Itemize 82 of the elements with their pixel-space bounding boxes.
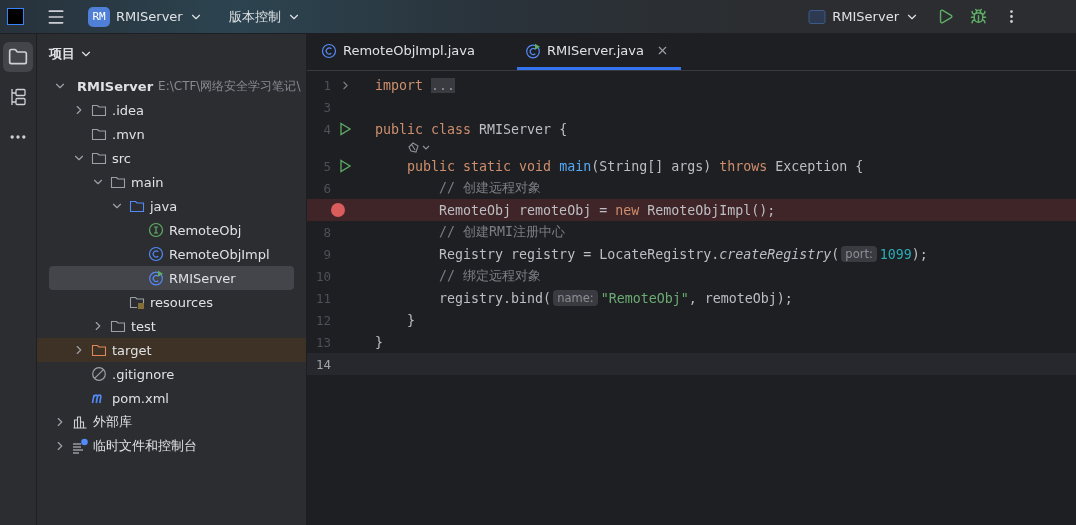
tree-item-label: java <box>150 198 178 214</box>
line-number: 14 <box>315 356 331 372</box>
code-text: // 创建RMI注册中心 <box>438 223 566 241</box>
folder-icon <box>110 174 126 190</box>
editor-tab[interactable]: RemoteObjImpl.java <box>315 34 487 70</box>
vcs-label: 版本控制 <box>228 7 281 26</box>
interface-icon <box>148 222 164 238</box>
tree-item-label: RemoteObjImpl <box>169 246 270 262</box>
tree-item-label: RemoteObj <box>169 222 242 238</box>
tree-item[interactable]: .idea <box>49 98 294 122</box>
code-text: // 创建远程对象 <box>438 179 542 197</box>
tree-item-label: 临时文件和控制台 <box>93 437 197 455</box>
tree-item[interactable]: java <box>49 194 294 218</box>
ignore-icon <box>91 366 107 382</box>
tree-item[interactable]: .mvn <box>49 122 294 146</box>
tree-item[interactable]: resources <box>49 290 294 314</box>
code-text: public class RMIServer { <box>375 121 568 137</box>
tree-item-label: resources <box>150 294 213 310</box>
editor-tab[interactable]: RMIServer.java <box>517 34 681 70</box>
app-logo[interactable] <box>7 8 24 25</box>
run-config-dropdown[interactable]: RMIServer <box>802 4 925 29</box>
code-text: RemoteObj remoteObj = new RemoteObjImpl(); <box>438 202 776 218</box>
folder-icon <box>110 318 126 334</box>
tree-item-label: .mvn <box>112 126 145 142</box>
project-dropdown[interactable]: RM RMIServer <box>82 2 209 31</box>
tree-item[interactable]: test <box>49 314 294 338</box>
tree-item[interactable]: pom.xml <box>49 386 294 410</box>
folder-icon <box>91 150 107 166</box>
tree-item[interactable]: main <box>49 170 294 194</box>
tree-item[interactable]: .gitignore <box>49 362 294 386</box>
tree-item-label: .gitignore <box>112 366 175 382</box>
run-config-name: RMIServer <box>832 9 899 24</box>
class-icon <box>321 42 337 59</box>
code-text: public static void main(String[] args) throws Exception { <box>406 158 864 174</box>
runnable-class-icon <box>525 42 541 59</box>
folded-code[interactable]: ... <box>431 77 456 93</box>
tree-item-label: RMIServer <box>169 270 236 286</box>
tree-item-label: pom.xml <box>112 390 169 406</box>
project-view-dropdown[interactable]: 项目 <box>49 45 93 63</box>
tree-item-label: .idea <box>112 102 144 118</box>
folder-icon <box>91 126 107 142</box>
tree-item-label: 外部库 <box>93 413 132 431</box>
scratches-icon <box>72 438 88 454</box>
parameter-hint[interactable]: port: <box>841 246 877 262</box>
run-icon[interactable] <box>937 8 954 25</box>
folder-icon <box>91 342 107 358</box>
code-text: registry.bind( <box>438 290 552 306</box>
tree-item[interactable]: RMIServer <box>49 266 294 290</box>
tree-item-label: test <box>131 318 156 334</box>
tree-item[interactable]: 外部库 <box>49 410 294 434</box>
tree-item-label: target <box>112 342 152 358</box>
tree-item[interactable]: 临时文件和控制台 <box>49 434 294 458</box>
window-icon <box>808 8 827 25</box>
code-text: } <box>406 312 416 328</box>
tree-item[interactable]: RemoteObj <box>49 218 294 242</box>
folder-icon <box>91 102 107 118</box>
tree-item-label: RMIServer <box>77 78 154 94</box>
tree-item[interactable]: target <box>37 338 306 362</box>
project-badge: RM <box>88 6 110 27</box>
code-text: } <box>375 334 383 350</box>
tree-item[interactable]: RemoteObjImpl <box>49 242 294 266</box>
breakpoint-icon[interactable] <box>331 203 345 217</box>
parameter-hint[interactable]: name: <box>553 290 598 306</box>
path-text: E:\CTF\网络安全学习笔记\ <box>158 77 301 95</box>
code-text: "RemoteObj", remoteObj); <box>600 290 793 306</box>
code-text: // 绑定远程对象 <box>438 267 542 285</box>
code-text: 1099); <box>879 246 928 262</box>
class-icon <box>148 246 164 262</box>
library-icon <box>72 414 88 430</box>
tree-item[interactable]: src <box>49 146 294 170</box>
code-text: Registry registry = LocateRegistry.createRegistry( <box>438 246 840 262</box>
tree-item-label: main <box>131 174 164 190</box>
vcs-dropdown[interactable]: 版本控制 <box>222 3 307 30</box>
tree-item-label: src <box>112 150 131 166</box>
project-name: RMIServer <box>116 9 183 24</box>
run-icon[interactable] <box>338 159 352 173</box>
resources-folder-icon <box>129 294 145 310</box>
run-icon[interactable] <box>338 122 352 136</box>
runnable-class-icon <box>148 270 164 286</box>
debug-icon[interactable] <box>970 8 987 25</box>
code-text: import <box>375 77 425 93</box>
folder-icon <box>129 198 145 214</box>
